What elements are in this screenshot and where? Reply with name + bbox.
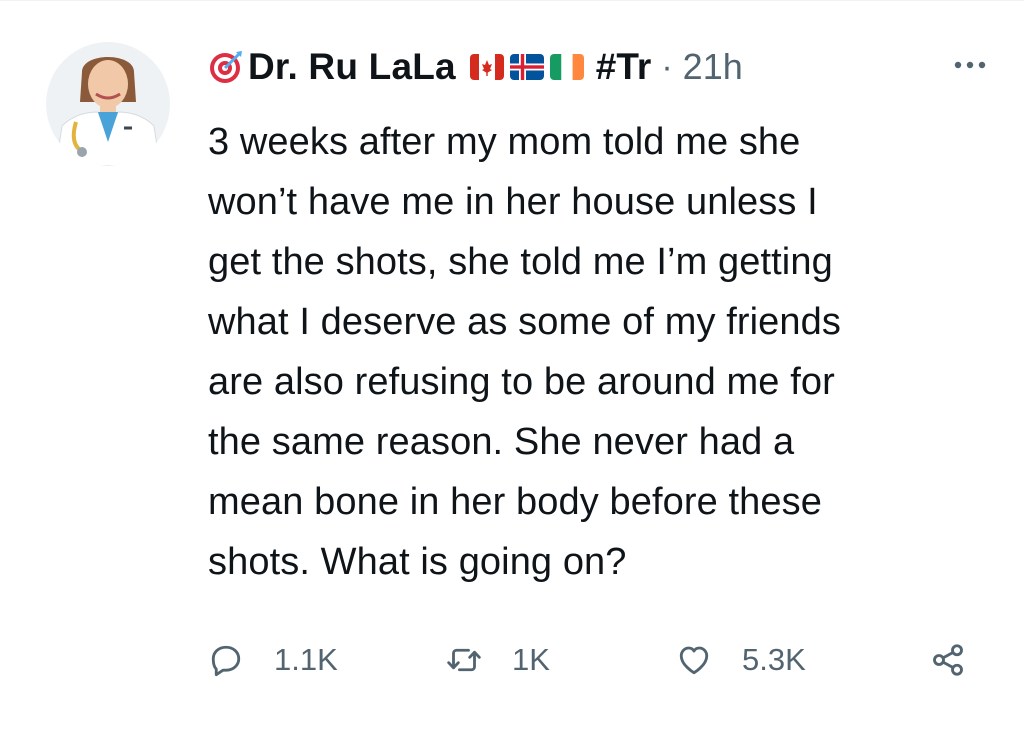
iceland-flag-icon — [509, 54, 544, 80]
heart-icon — [679, 646, 709, 675]
author-display-name[interactable]: Dr. Ru LaLa — [248, 46, 456, 88]
retweet-icon — [447, 648, 481, 672]
like-count: 5.3K — [742, 642, 806, 677]
more-options-button[interactable] — [950, 45, 990, 85]
tweet-header: Dr. Ru LaLa #Tr · 21h — [208, 42, 998, 92]
reply-count: 1.1K — [274, 642, 338, 677]
tweet-timestamp[interactable]: 21h — [683, 46, 743, 88]
share-button[interactable] — [930, 638, 966, 682]
tweet-text-line: get the shots, she told me I’m getting — [208, 241, 833, 283]
tweet-text: 3 weeks after my mom told me she won’t h… — [208, 112, 988, 592]
tweet-text-line: mean bone in her body before these — [208, 481, 822, 523]
more-icon — [954, 61, 986, 69]
tweet-text-line: won’t have me in her house unless I — [208, 181, 818, 223]
tweet-text-line: what I deserve as some of my friends — [208, 301, 841, 343]
reply-button[interactable]: 1.1K — [208, 638, 338, 682]
ireland-flag-icon — [549, 54, 584, 80]
flags-group — [469, 54, 584, 80]
share-icon — [933, 644, 963, 676]
like-button[interactable]: 5.3K — [676, 638, 806, 682]
tweet-text-line: are also refusing to be around me for — [208, 361, 835, 403]
tweet-text-line: shots. What is going on? — [208, 541, 627, 583]
reply-icon — [211, 645, 241, 677]
header-separator: · — [661, 47, 673, 86]
canada-flag-icon — [469, 54, 504, 80]
author-hashtag: #Tr — [595, 46, 652, 87]
doctor-avatar-image — [46, 42, 170, 166]
author-avatar[interactable] — [46, 42, 170, 166]
tweet-text-line: the same reason. She never had a — [208, 421, 795, 463]
tweet-actions-bar: 1.1K 1K 5.3K — [208, 638, 988, 682]
tweet-text-line: 3 weeks after my mom told me she — [208, 121, 801, 163]
retweet-button[interactable]: 1K — [446, 638, 550, 682]
retweet-count: 1K — [512, 642, 550, 677]
top-divider — [0, 0, 1024, 1]
direct-hit-target-icon — [208, 49, 244, 85]
